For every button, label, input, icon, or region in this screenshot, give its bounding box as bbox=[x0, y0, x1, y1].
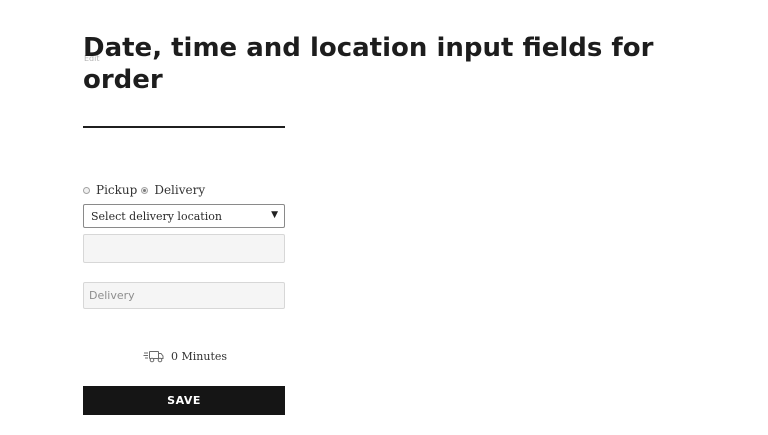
delivery-input[interactable] bbox=[83, 282, 285, 309]
save-button[interactable]: SAVE bbox=[83, 386, 285, 415]
order-type-radio-group: Pickup Delivery bbox=[83, 182, 209, 198]
pickup-radio[interactable] bbox=[83, 186, 90, 194]
delivery-location-select[interactable]: Select delivery location ▼ bbox=[83, 204, 285, 228]
delivery-radio-label[interactable]: Delivery bbox=[154, 183, 205, 197]
delivery-eta: 0 Minutes bbox=[143, 347, 227, 365]
delivery-truck-icon bbox=[143, 351, 164, 363]
title-divider bbox=[83, 126, 285, 128]
page-title: Date, time and location input fields for… bbox=[83, 33, 654, 95]
eta-text: 0 Minutes bbox=[171, 349, 228, 363]
delivery-location-select-value: Select delivery location bbox=[91, 209, 222, 223]
delivery-radio[interactable] bbox=[141, 186, 149, 194]
date-time-field[interactable] bbox=[83, 234, 285, 263]
dropdown-arrow-icon: ▼ bbox=[271, 210, 278, 220]
pickup-radio-label[interactable]: Pickup bbox=[96, 183, 137, 197]
